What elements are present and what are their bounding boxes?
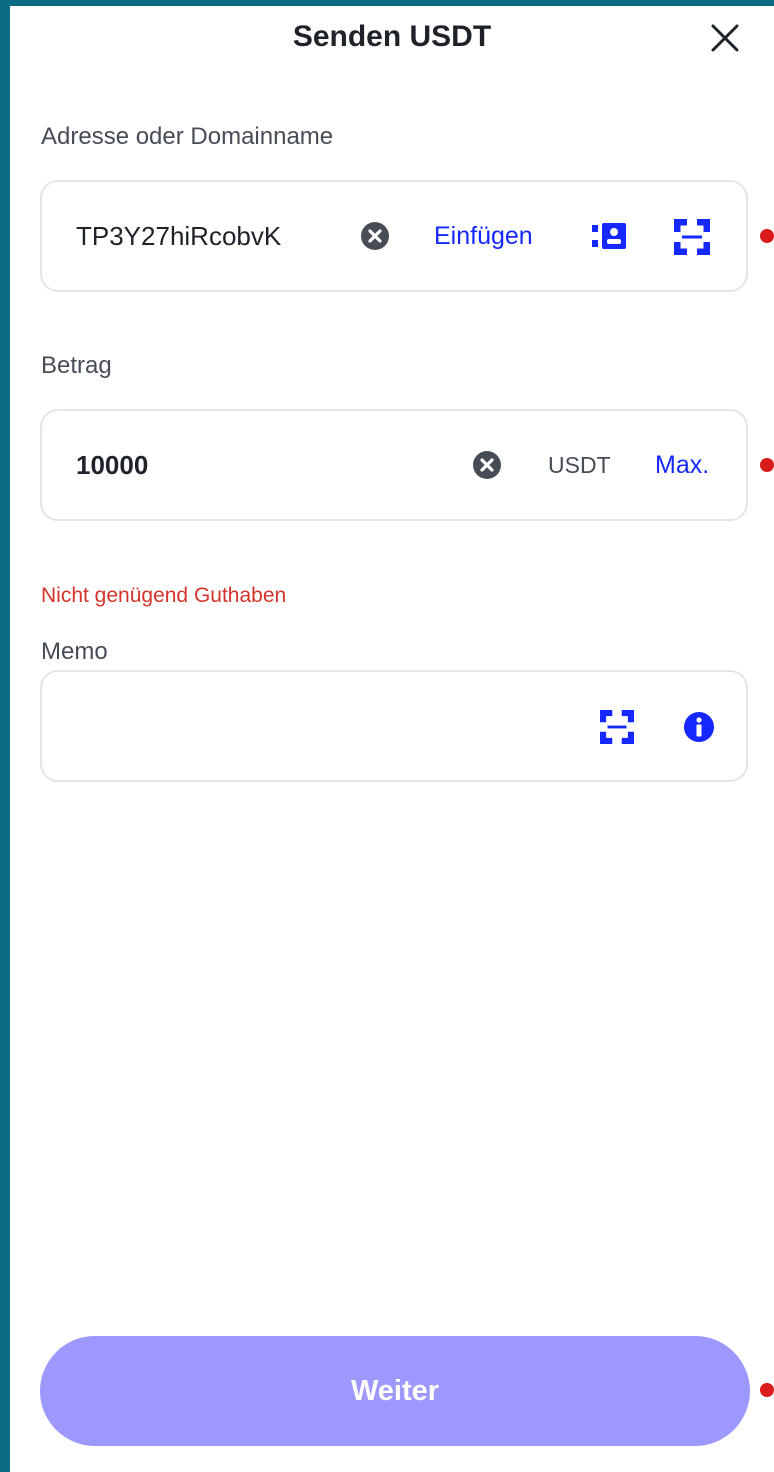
- amount-value[interactable]: 10000: [76, 411, 148, 519]
- paste-button[interactable]: Einfügen: [434, 182, 533, 290]
- memo-label: Memo: [41, 638, 108, 665]
- address-book-icon[interactable]: [592, 221, 628, 251]
- clear-icon[interactable]: [360, 221, 390, 251]
- address-label: Adresse oder Domainname: [41, 123, 334, 150]
- address-input[interactable]: TP3Y27hiRcobvK Einfügen: [40, 180, 748, 292]
- memo-input[interactable]: [40, 670, 748, 782]
- address-value[interactable]: TP3Y27hiRcobvK: [76, 182, 281, 290]
- amount-unit: USDT: [548, 451, 611, 478]
- clear-icon[interactable]: [472, 450, 502, 480]
- send-usdt-screen: Senden USDT Adresse oder Domainname TP3Y…: [10, 6, 774, 1472]
- amount-input[interactable]: 10000 USDT Max.: [40, 409, 748, 521]
- amount-label: Betrag: [41, 352, 112, 379]
- page-title: Senden USDT: [292, 20, 492, 53]
- continue-button[interactable]: Weiter: [40, 1336, 750, 1446]
- error-message: Nicht genügend Guthaben: [41, 584, 287, 607]
- annotation-marker: [760, 229, 774, 243]
- max-button[interactable]: Max.: [655, 411, 709, 519]
- scan-icon[interactable]: [674, 219, 710, 255]
- close-icon[interactable]: [705, 18, 745, 58]
- info-icon[interactable]: [682, 710, 716, 744]
- annotation-marker: [760, 1383, 774, 1397]
- scan-icon[interactable]: [600, 710, 634, 744]
- annotation-marker: [760, 458, 774, 472]
